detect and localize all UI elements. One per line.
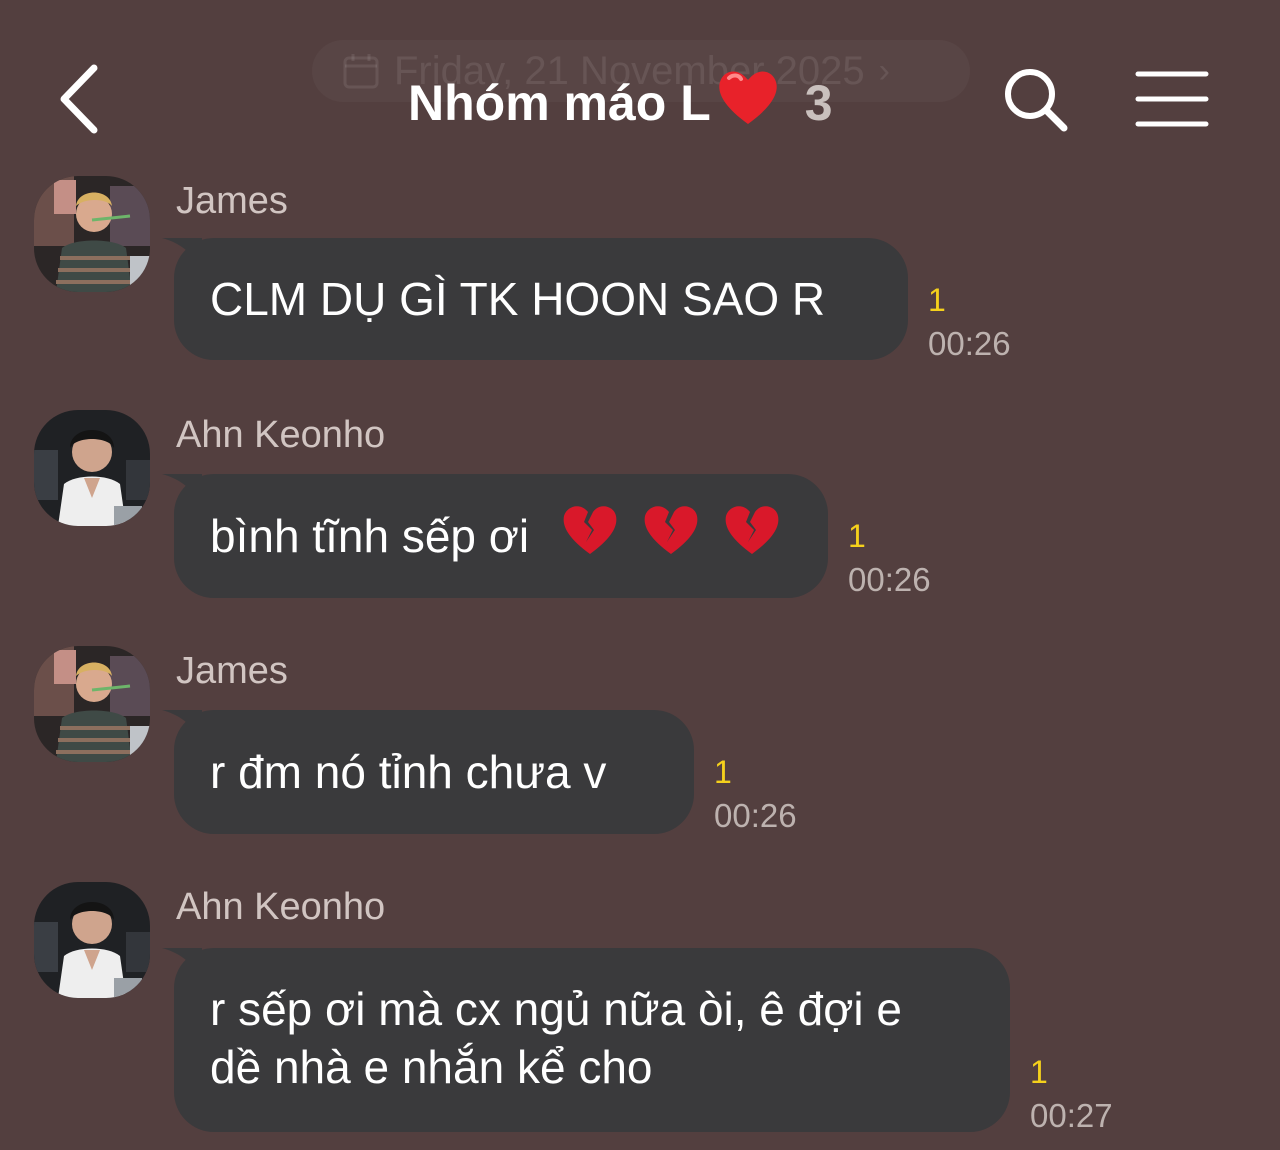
- unread-count: 1: [714, 754, 732, 790]
- broken-heart-icon: [641, 478, 701, 602]
- message-time: 00:27: [1030, 1097, 1113, 1134]
- message-bubble[interactable]: r đm nó tỉnh chưa v: [162, 710, 694, 834]
- bubble-tail: [162, 948, 202, 978]
- chat-title[interactable]: Nhóm máo L 3: [408, 70, 833, 136]
- avatar-james-image: [34, 646, 150, 762]
- unread-count: 1: [1030, 1054, 1048, 1090]
- avatar-james-image: [34, 176, 150, 292]
- unread-count: 1: [848, 518, 866, 554]
- member-count: 3: [804, 75, 833, 131]
- message-meta: 1 00:27: [1030, 1052, 1160, 1136]
- back-button[interactable]: [48, 58, 118, 140]
- message-time: 00:26: [928, 325, 1011, 362]
- sender-name: James: [176, 180, 288, 222]
- avatar[interactable]: [34, 646, 150, 762]
- red-heart-icon: [715, 66, 781, 140]
- message-text: CLM DỤ GÌ TK HOON SAO R: [210, 273, 826, 325]
- avatar-keonho-image: [34, 410, 150, 526]
- message-text: r đm nó tỉnh chưa v: [210, 746, 607, 798]
- message-bubble[interactable]: CLM DỤ GÌ TK HOON SAO R: [162, 238, 908, 360]
- unread-count: 1: [928, 282, 946, 318]
- bubble-tail: [162, 238, 202, 268]
- sender-name: Ahn Keonho: [176, 414, 386, 456]
- avatar[interactable]: [34, 176, 150, 292]
- avatar[interactable]: [34, 882, 150, 998]
- message-time: 00:26: [848, 561, 931, 598]
- message-text: bình tĩnh sếp ơi: [210, 510, 530, 562]
- message-group: James CLM DỤ GÌ TK HOON SAO R 1 00:26: [0, 176, 1280, 376]
- bubble-tail: [162, 710, 202, 740]
- message-text-line: r sếp ơi mà cx ngủ nữa òi, ê đợi e: [210, 983, 902, 1035]
- broken-heart-icon: [560, 478, 620, 602]
- sender-name: Ahn Keonho: [176, 886, 386, 928]
- message-group: James r đm nó tỉnh chưa v 1 00:26: [0, 646, 1280, 846]
- chat-title-text: Nhóm máo L: [408, 75, 711, 131]
- menu-button[interactable]: [1134, 66, 1210, 132]
- chevron-right-icon: ›: [878, 51, 890, 90]
- message-time: 00:26: [714, 797, 797, 834]
- message-meta: 1 00:26: [848, 516, 978, 600]
- chat-header: Friday, 21 November 2025 › Nhóm máo L 3: [0, 0, 1280, 170]
- message-meta: 1 00:26: [714, 752, 844, 836]
- search-icon: [1005, 69, 1068, 132]
- broken-heart-icon: [722, 478, 782, 602]
- message-meta: 1 00:26: [928, 280, 1058, 364]
- avatar[interactable]: [34, 410, 150, 526]
- bubble-tail: [162, 474, 202, 504]
- message-bubble[interactable]: r sếp ơi mà cx ngủ nữa òi, ê đợi e dề nh…: [162, 948, 1010, 1132]
- calendar-icon: [343, 54, 379, 89]
- message-group: Ahn Keonho r sếp ơi mà cx ngủ nữa òi, ê …: [0, 882, 1280, 1150]
- hamburger-menu-icon: [1135, 71, 1209, 127]
- avatar-keonho-image: [34, 882, 150, 998]
- chevron-left-icon: [60, 64, 98, 134]
- message-text-line: dề nhà e nhắn kể cho: [210, 1041, 653, 1093]
- sender-name: James: [176, 650, 288, 692]
- message-bubble[interactable]: bình tĩnh sếp ơi: [162, 474, 828, 598]
- search-button[interactable]: [1000, 64, 1070, 134]
- message-group: Ahn Keonho bình tĩnh sếp ơi 1 00:26: [0, 410, 1280, 610]
